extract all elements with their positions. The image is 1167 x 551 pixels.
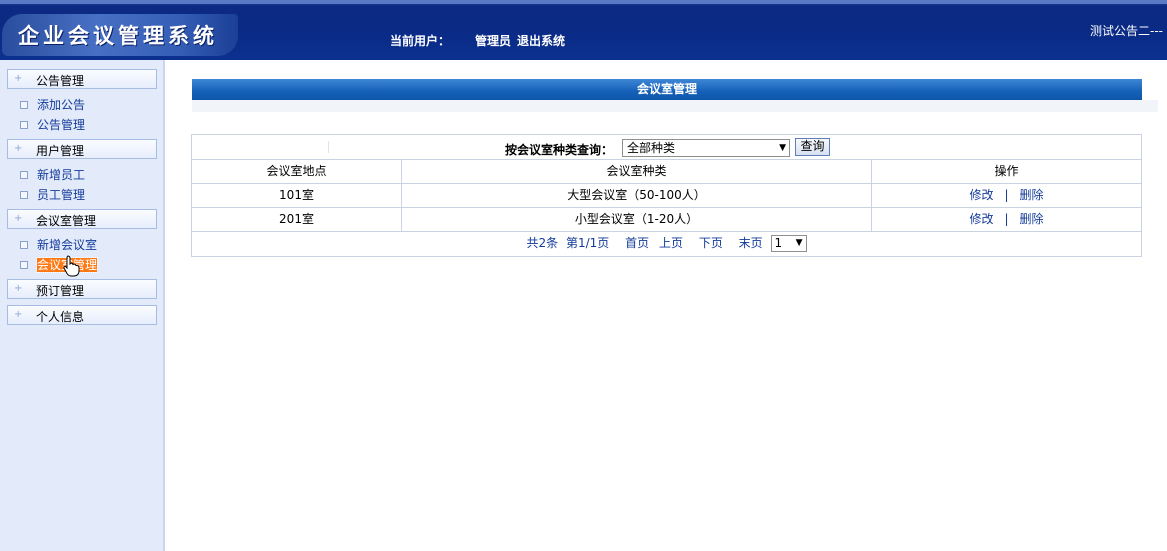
query-divider [328, 141, 329, 153]
room-type-selected: 全部种类 [627, 141, 676, 155]
sidebar-item-room-manage[interactable]: 会议室管理 [20, 256, 99, 273]
header-bar: 企业会议管理系统 当前用户： 管理员 退出系统 测试公告二--- [0, 0, 1167, 60]
delete-link[interactable]: 删除 [1020, 212, 1044, 226]
query-label: 按会议室种类查询： [505, 143, 614, 157]
row-actions: 修改 | 删除 [872, 184, 1141, 207]
action-separator: | [1004, 212, 1009, 226]
edit-link[interactable]: 修改 [969, 188, 993, 202]
room-table: 按会议室种类查询： 全部种类 ▼ 查询 会议室地点 会议室种类 操作 101室 … [191, 134, 1142, 257]
sidebar: + 公告管理 添加公告 公告管理 + 用户管理 新增员工 员工管理 + 会议室管… [0, 60, 165, 551]
sidebar-group-label: 公告管理 [36, 74, 85, 88]
pager-page-info: 第1/1页 [565, 236, 610, 250]
page-number-select[interactable]: 1 ▼ [770, 235, 807, 252]
current-user-label: 当前用户： [390, 34, 451, 48]
title-bar-shadow [192, 100, 1158, 112]
pager-next-link[interactable]: 下页 [699, 236, 723, 250]
header-topline [0, 0, 1167, 4]
room-type: 小型会议室（1-20人） [402, 208, 872, 231]
page-title-bar: 会议室管理 [192, 79, 1142, 100]
pager-prev-link[interactable]: 上页 [659, 236, 683, 250]
sidebar-item-employee-manage[interactable]: 员工管理 [20, 186, 85, 202]
sidebar-group-label: 用户管理 [36, 144, 85, 158]
bullet-square-icon [20, 261, 28, 269]
logout-link[interactable]: 退出系统 [517, 32, 565, 49]
expand-plus-icon: + [14, 73, 23, 84]
sidebar-group-notice[interactable]: + 公告管理 [7, 69, 157, 89]
sidebar-group-booking[interactable]: + 预订管理 [7, 279, 157, 299]
query-row: 按会议室种类查询： 全部种类 ▼ 查询 [192, 135, 1141, 160]
edit-link[interactable]: 修改 [969, 212, 993, 226]
current-user-name: 管理员 [475, 34, 512, 48]
table-header-row: 会议室地点 会议室种类 操作 [192, 160, 1141, 184]
bullet-square-icon [20, 101, 28, 109]
expand-plus-icon: + [14, 213, 23, 224]
sidebar-item-add-room[interactable]: 新增会议室 [20, 236, 97, 252]
sidebar-group-label: 预订管理 [36, 284, 85, 298]
pager-first-link[interactable]: 首页 [625, 236, 649, 250]
page-number-selected: 1 [774, 236, 783, 250]
column-header-location: 会议室地点 [192, 160, 402, 183]
expand-plus-icon: + [14, 143, 23, 154]
row-actions: 修改 | 删除 [872, 208, 1141, 231]
room-type: 大型会议室（50-100人） [402, 184, 872, 207]
delete-link[interactable]: 删除 [1020, 188, 1044, 202]
room-type-select[interactable]: 全部种类 ▼ [622, 139, 790, 157]
sidebar-group-label: 会议室管理 [36, 214, 97, 228]
sidebar-group-profile[interactable]: + 个人信息 [7, 305, 157, 325]
pager-last-link[interactable]: 末页 [739, 236, 763, 250]
bullet-square-icon [20, 121, 28, 129]
announcement-marquee: 测试公告二--- [1090, 24, 1163, 38]
dropdown-arrow-icon: ▼ [779, 143, 786, 153]
action-separator: | [1004, 188, 1009, 202]
sidebar-item-add-employee[interactable]: 新增员工 [20, 166, 85, 182]
sidebar-group-label: 个人信息 [36, 310, 85, 324]
room-location: 201室 [192, 208, 402, 231]
sidebar-item-add-notice[interactable]: 添加公告 [20, 96, 85, 112]
sidebar-group-room[interactable]: + 会议室管理 [7, 209, 157, 229]
column-header-type: 会议室种类 [402, 160, 872, 183]
pager-row: 共2条 第1/1页 首页 上页 下页 末页 1 ▼ [192, 232, 1141, 256]
pager: 共2条 第1/1页 首页 上页 下页 末页 1 ▼ [192, 232, 1141, 256]
bullet-square-icon [20, 191, 28, 199]
sidebar-group-user[interactable]: + 用户管理 [7, 139, 157, 159]
table-row: 201室 小型会议室（1-20人） 修改 | 删除 [192, 208, 1141, 232]
bullet-square-icon [20, 171, 28, 179]
pager-total: 共2条 [526, 236, 559, 250]
table-row: 101室 大型会议室（50-100人） 修改 | 删除 [192, 184, 1141, 208]
expand-plus-icon: + [14, 309, 23, 320]
system-title: 企业会议管理系统 [18, 23, 218, 48]
dropdown-arrow-icon: ▼ [795, 238, 803, 248]
column-header-actions: 操作 [994, 164, 1019, 178]
expand-plus-icon: + [14, 283, 23, 294]
bullet-square-icon [20, 241, 28, 249]
room-location: 101室 [192, 184, 402, 207]
sidebar-item-notice-manage[interactable]: 公告管理 [20, 116, 85, 132]
hand-cursor-icon [63, 255, 80, 277]
query-button[interactable]: 查询 [795, 138, 830, 156]
